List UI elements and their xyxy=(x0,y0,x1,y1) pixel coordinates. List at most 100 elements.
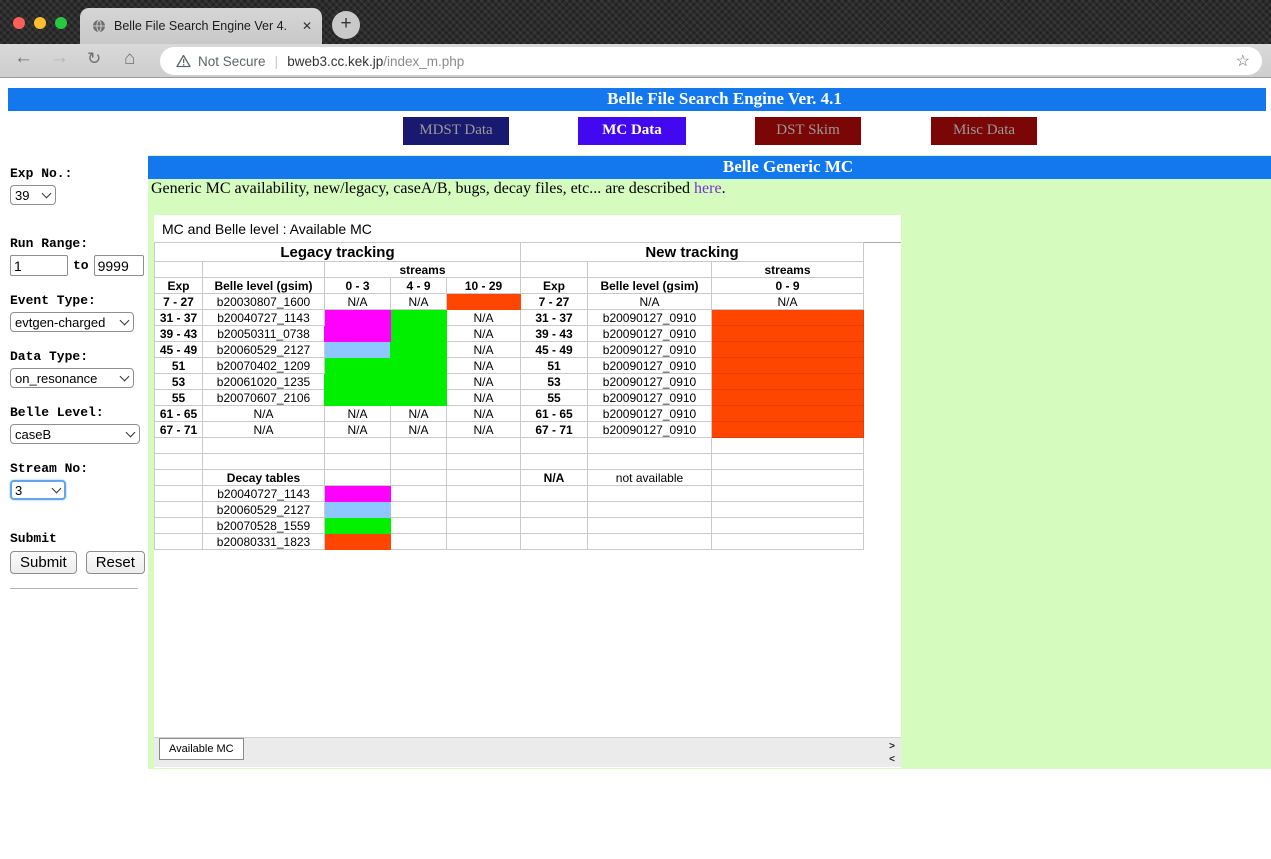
nav-mc-data-button[interactable]: MC Data xyxy=(578,117,686,145)
exp-no-select[interactable]: 39 xyxy=(10,185,56,205)
table-cell: 51 xyxy=(521,358,588,374)
table-cell: N/A xyxy=(447,406,521,422)
table-cell: N/A xyxy=(447,422,521,438)
table-cell: 10 - 29 xyxy=(447,278,521,294)
description-suffix: . xyxy=(722,180,726,197)
table-cell: 51 xyxy=(155,358,203,374)
availability-cell xyxy=(325,310,391,342)
availability-table-title: MC and Belle level : Available MC xyxy=(154,215,901,243)
table-cell: 61 - 65 xyxy=(155,406,203,422)
table-cell xyxy=(155,486,203,502)
reload-icon[interactable]: ↻ xyxy=(87,49,101,69)
submit-section-label: Submit xyxy=(10,531,142,547)
availability-cell xyxy=(391,310,447,406)
nav-misc-data-button[interactable]: Misc Data xyxy=(931,117,1037,145)
table-cell: b20080331_1823 xyxy=(203,534,325,550)
table-cell: b20040727_1143 xyxy=(203,486,325,502)
table-cell: b20090127_0910 xyxy=(588,310,712,326)
table-cell xyxy=(447,438,521,454)
table-cell xyxy=(155,454,203,470)
belle-level-value: caseB xyxy=(15,427,51,442)
table-cell xyxy=(155,502,203,518)
table-cell: 39 - 43 xyxy=(155,326,203,342)
stream-no-select[interactable]: 3 xyxy=(10,480,66,500)
stream-no-label: Stream No: xyxy=(10,461,142,477)
availability-cell xyxy=(712,310,864,326)
table-cell: streams xyxy=(712,262,864,278)
table-cell: b20060529_2127 xyxy=(203,502,325,518)
nav-mdst-data-button[interactable]: MDST Data xyxy=(403,117,509,145)
table-cell xyxy=(588,486,712,502)
table-cell: not available xyxy=(588,470,712,486)
availability-cell xyxy=(712,342,864,358)
table-cell xyxy=(155,470,203,486)
table-cell: N/A xyxy=(325,422,391,438)
chevron-down-icon xyxy=(42,188,52,198)
here-link[interactable]: here xyxy=(694,180,722,197)
submit-button[interactable]: Submit xyxy=(10,551,77,574)
address-divider: | xyxy=(275,53,279,69)
availability-cell xyxy=(712,358,864,374)
table-cell xyxy=(521,486,588,502)
table-cell: Exp xyxy=(155,278,203,294)
table-cell xyxy=(447,534,521,550)
table-cell: 0 - 9 xyxy=(712,278,864,294)
url-path: /index_m.php xyxy=(383,54,464,69)
run-from-input[interactable] xyxy=(10,255,68,276)
bookmark-star-icon[interactable]: ☆ xyxy=(1236,51,1250,71)
tab-close-icon[interactable]: ✕ xyxy=(302,19,312,33)
table-cell: N/A xyxy=(203,406,325,422)
browser-toolbar: ← → ↻ ⌂ Not Secure | bweb3.cc.kek.jp /in… xyxy=(0,44,1271,78)
table-cell xyxy=(447,470,521,486)
table-cell xyxy=(712,534,864,550)
browser-tab[interactable]: Belle File Search Engine Ver 4. ✕ xyxy=(80,8,322,44)
table-cell: Belle level (gsim) xyxy=(203,278,325,294)
table-cell xyxy=(521,454,588,470)
table-cell: b20061020_1235 xyxy=(203,374,325,390)
scroll-right-arrow[interactable]: > xyxy=(889,742,895,752)
table-cell: Legacy tracking xyxy=(155,243,521,262)
table-cell: b20070402_1209 xyxy=(203,358,325,374)
table-cell xyxy=(588,438,712,454)
table-cell xyxy=(203,438,325,454)
table-cell xyxy=(588,262,712,278)
table-cell xyxy=(521,534,588,550)
scroll-left-arrow[interactable]: < xyxy=(889,755,895,765)
table-cell: N/A xyxy=(325,406,391,422)
table-cell: N/A xyxy=(447,310,521,326)
table-cell: 53 xyxy=(521,374,588,390)
table-cell xyxy=(712,518,864,534)
run-to-input[interactable] xyxy=(94,255,144,276)
table-cell xyxy=(155,518,203,534)
tab-title: Belle File Search Engine Ver 4. xyxy=(114,19,296,33)
table-cell xyxy=(588,534,712,550)
table-cell xyxy=(155,262,203,278)
table-cell: N/A xyxy=(447,374,521,390)
table-cell xyxy=(447,502,521,518)
belle-level-select[interactable]: caseB xyxy=(10,424,140,444)
table-cell: 7 - 27 xyxy=(155,294,203,310)
address-bar[interactable]: Not Secure | bweb3.cc.kek.jp /index_m.ph… xyxy=(160,47,1262,75)
back-icon[interactable]: ← xyxy=(14,47,33,69)
minimize-window-button[interactable] xyxy=(34,17,46,29)
table-cell: 55 xyxy=(155,390,203,406)
new-tab-button[interactable]: + xyxy=(332,11,360,39)
table-cell xyxy=(521,502,588,518)
belle-level-label: Belle Level: xyxy=(10,405,142,421)
table-cell: N/A xyxy=(391,422,447,438)
event-type-select[interactable]: evtgen-charged xyxy=(10,312,134,332)
table-cell: Decay tables xyxy=(203,470,325,486)
home-icon[interactable]: ⌂ xyxy=(124,48,135,70)
data-type-select[interactable]: on_resonance xyxy=(10,368,134,388)
availability-cell xyxy=(325,502,391,518)
availability-cell xyxy=(325,342,391,358)
table-cell: N/A xyxy=(588,294,712,310)
reset-button[interactable]: Reset xyxy=(86,551,145,574)
table-cell: N/A xyxy=(325,294,391,310)
close-window-button[interactable] xyxy=(13,17,25,29)
zoom-window-button[interactable] xyxy=(55,17,67,29)
table-cell xyxy=(712,486,864,502)
table-cell: N/A xyxy=(521,470,588,486)
nav-dst-skim-button[interactable]: DST Skim xyxy=(755,117,861,145)
available-mc-tab[interactable]: Available MC xyxy=(159,738,244,760)
